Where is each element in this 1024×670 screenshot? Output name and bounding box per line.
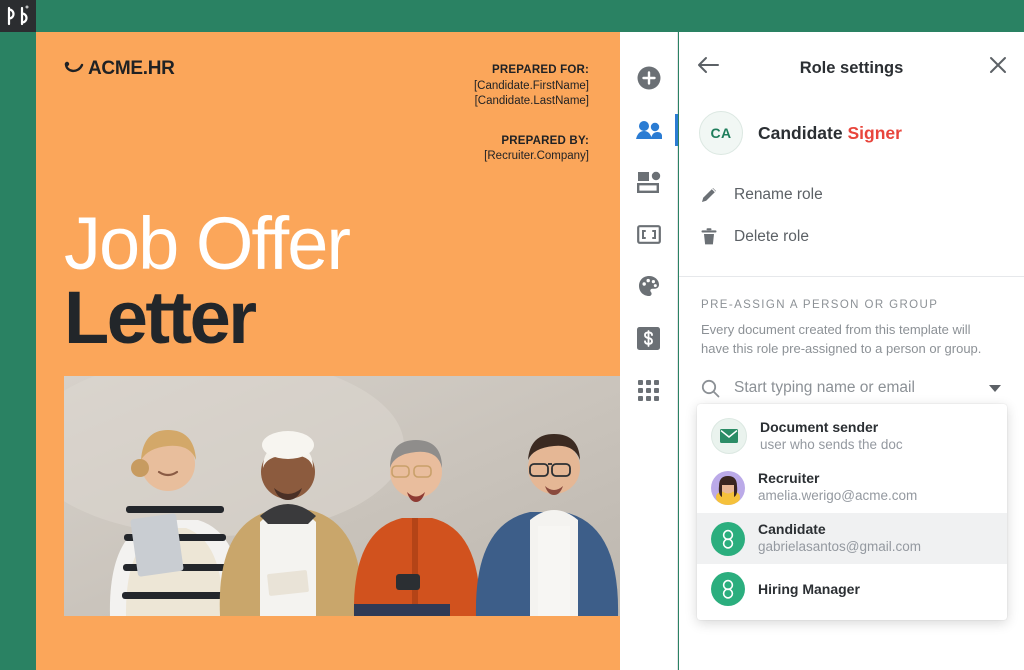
- pandadoc-logo-icon: [7, 5, 29, 26]
- close-icon: [990, 57, 1006, 73]
- chevron-down-icon[interactable]: [988, 384, 1002, 393]
- prepared-by-label: PREPARED BY:: [501, 134, 589, 147]
- hero-photo-illustration: [64, 376, 620, 616]
- g-glyph-icon: [722, 579, 734, 599]
- avatar-initials: CA: [710, 125, 732, 141]
- preassign-section: PRE-ASSIGN A PERSON OR GROUP Every docum…: [679, 277, 1024, 358]
- role-actions-menu: Rename role Delete role: [679, 162, 1024, 258]
- editor-toolbar: [620, 32, 678, 670]
- list-item-name: Recruiter: [758, 470, 820, 486]
- document-canvas[interactable]: ACME.HR PREPARED FOR: [Candidate.FirstNa…: [36, 32, 620, 670]
- fields-button[interactable]: [620, 208, 678, 260]
- rename-role-label: Rename role: [734, 186, 823, 203]
- trash-icon: [701, 228, 717, 245]
- palette-icon: [638, 276, 659, 296]
- plus-circle-icon: [637, 66, 660, 90]
- role-name-text: Candidate: [758, 122, 843, 143]
- photo-avatar: [711, 470, 745, 505]
- close-button[interactable]: [989, 56, 1007, 79]
- preassign-description: Every document created from this templat…: [701, 322, 982, 356]
- g-glyph-icon: [722, 529, 734, 549]
- pricing-button[interactable]: [620, 312, 678, 364]
- people-icon: [635, 121, 662, 139]
- smile-swoosh-icon: [64, 61, 84, 73]
- apps-button[interactable]: [620, 364, 678, 416]
- list-item-name: Hiring Manager: [758, 580, 860, 597]
- document-brand-logo: ACME.HR: [64, 58, 175, 80]
- list-item[interactable]: Candidate gabrielasantos@gmail.com: [697, 513, 1007, 564]
- content-library-button[interactable]: [620, 156, 678, 208]
- recipients-button[interactable]: [620, 104, 678, 156]
- prepared-by-line-1: [Recruiter.Company]: [484, 150, 589, 162]
- pandadoc-logo[interactable]: [0, 0, 36, 32]
- assignee-dropdown[interactable]: Document sender user who sends the doc R…: [697, 404, 1007, 620]
- role-summary: CA Candidate Signer: [679, 104, 1024, 162]
- rename-role-button[interactable]: Rename role: [699, 174, 1024, 216]
- list-item[interactable]: Recruiter amelia.werigo@acme.com: [697, 462, 1007, 513]
- prepared-for-line-2: [Candidate.LastName]: [474, 95, 589, 107]
- g-avatar: [711, 521, 745, 556]
- preassign-label: PRE-ASSIGN A PERSON OR GROUP: [701, 299, 939, 311]
- list-item-sub: amelia.werigo@acme.com: [758, 488, 918, 503]
- delete-role-button[interactable]: Delete role: [699, 216, 1024, 258]
- prepared-block: PREPARED FOR: [Candidate.FirstName] [Can…: [474, 63, 589, 165]
- list-item[interactable]: Document sender user who sends the doc: [697, 410, 1007, 462]
- g-avatar: [711, 572, 745, 606]
- envelope-icon: [711, 418, 747, 454]
- panel-header: Role settings: [679, 32, 1024, 104]
- panel-title: Role settings: [799, 58, 904, 77]
- grid-apps-icon: [638, 379, 659, 401]
- list-item-sub: gabrielasantos@gmail.com: [758, 539, 922, 554]
- hero-photo: [64, 376, 620, 616]
- list-item[interactable]: Hiring Manager: [697, 564, 1007, 614]
- add-content-button[interactable]: [620, 52, 678, 104]
- role-name: Candidate Signer: [758, 123, 902, 144]
- search-icon: [701, 379, 720, 397]
- field-brackets-icon: [636, 224, 661, 244]
- list-item-name: Document sender: [760, 418, 879, 435]
- app-window: ACME.HR PREPARED FOR: [Candidate.FirstNa…: [0, 0, 1024, 670]
- list-item-name: Candidate: [758, 521, 826, 537]
- back-button[interactable]: [697, 56, 719, 79]
- page-title-line-1: Job Offer: [64, 202, 351, 285]
- status-badge: Signer: [847, 122, 902, 143]
- pencil-icon: [702, 188, 716, 202]
- theme-button[interactable]: [620, 260, 678, 312]
- page-title: Job Offer Letter: [64, 202, 351, 359]
- envelope-glyph-icon: [720, 429, 738, 443]
- prepared-for-label: PREPARED FOR:: [492, 64, 589, 76]
- avatar: CA: [699, 111, 743, 155]
- dollar-square-icon: [637, 326, 660, 350]
- list-item-sub: user who sends the doc: [760, 436, 903, 452]
- search-input[interactable]: [732, 378, 976, 398]
- photo-avatar-icon: [711, 470, 745, 505]
- page-title-line-2: Letter: [64, 276, 257, 359]
- delete-role-label: Delete role: [734, 228, 809, 245]
- document-brand-name: ACME.HR: [88, 58, 175, 79]
- prepared-for-line-1: [Candidate.FirstName]: [473, 79, 589, 92]
- arrow-left-icon: [698, 57, 719, 73]
- role-settings-panel: Role settings CA Candidate Signer Rename…: [679, 32, 1024, 670]
- content-blocks-icon: [636, 171, 660, 193]
